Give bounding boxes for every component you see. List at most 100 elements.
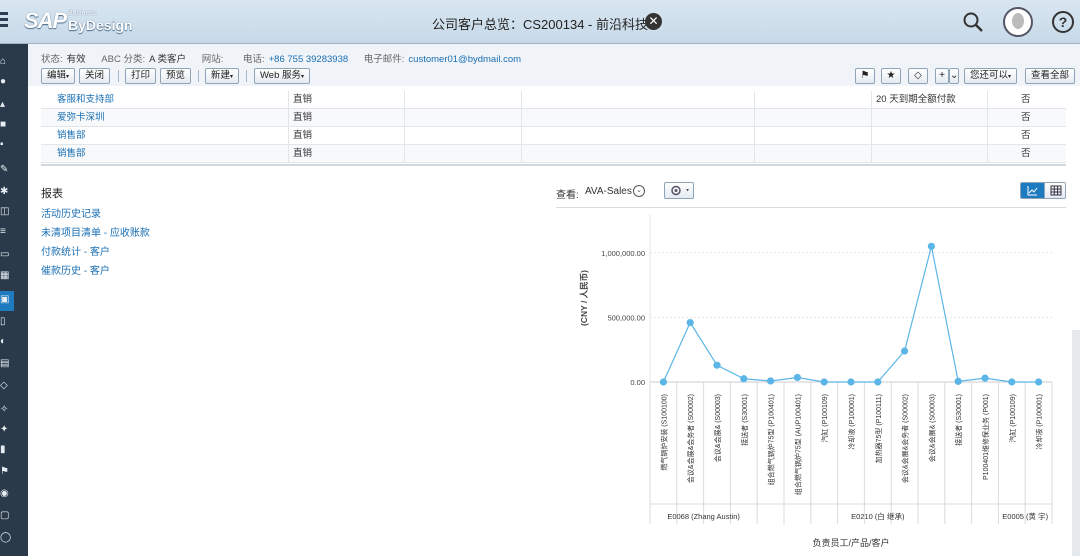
down-icon[interactable]: ⌄ xyxy=(949,68,959,84)
data-point xyxy=(1008,378,1016,386)
y-tick-label: 500,000.00 xyxy=(607,313,645,322)
sidebar-table-icon[interactable]: ▭ xyxy=(0,249,10,261)
data-point xyxy=(713,361,721,369)
sidebar-person-icon[interactable]: ▴ xyxy=(0,99,10,111)
report-link-dunning-history[interactable]: 催款历史 - 客户 xyxy=(41,262,110,277)
avatar[interactable] xyxy=(1003,7,1033,37)
sales-line-chart: 0.00 500,000.00 1,000,000.00 (CNY / 人民币) 燃气锅… xyxy=(579,214,1053,548)
row-empty xyxy=(521,145,754,163)
data-point xyxy=(981,374,989,382)
row-empty xyxy=(754,145,871,163)
chart-settings-button[interactable] xyxy=(664,182,694,199)
sidebar-list-icon[interactable]: ≡ xyxy=(0,226,10,238)
sidebar-work-icon[interactable]: ● xyxy=(0,76,10,88)
table-row[interactable]: 销售部 直销 否 xyxy=(41,145,1066,163)
you-can-label: 您还可以 xyxy=(970,70,1009,81)
reports-title: 报表 xyxy=(41,188,63,200)
row-flag: 否 xyxy=(987,91,1066,109)
sidebar-doc-icon[interactable]: ■ xyxy=(0,119,10,131)
gear-icon xyxy=(671,185,689,196)
line-chart-toggle[interactable] xyxy=(1021,183,1044,198)
view-all-button[interactable]: 查看全部 xyxy=(1025,68,1076,84)
x-tick-label: 会议&会展& (S00003) xyxy=(927,394,936,462)
web-services-button[interactable]: Web 服务▾ xyxy=(254,68,311,84)
new-dropdown-icon: ▾ xyxy=(230,74,234,80)
sidebar-analytics-icon[interactable]: ◇ xyxy=(0,380,10,392)
sidebar-box-icon[interactable]: ▪ xyxy=(0,139,10,151)
x-tick-label: 组合燃气锅炉75型 (AUP100401) xyxy=(793,394,802,495)
y-tick-label: 1,000,000.00 xyxy=(601,249,645,258)
email-link[interactable]: customer01@bydmail.com xyxy=(408,54,521,65)
row-payment xyxy=(871,127,988,145)
group-label: E0068 (Zhang Austin) xyxy=(667,512,740,521)
sidebar-edit-icon[interactable]: ✎ xyxy=(0,164,10,176)
tag-icon[interactable]: ◇ xyxy=(908,68,928,84)
sidebar-tools-icon[interactable]: ✧ xyxy=(0,404,10,416)
table-view-toggle[interactable] xyxy=(1044,183,1065,198)
table-row[interactable]: 爱弥卡深圳 直销 否 xyxy=(41,109,1066,127)
help-icon[interactable]: ? xyxy=(1052,11,1074,33)
sidebar-gear-icon[interactable]: ✱ xyxy=(0,186,10,198)
sidebar-calendar-icon[interactable]: ▤ xyxy=(0,358,10,370)
x-tick-label: P100401维修保业务 (P001) xyxy=(981,394,990,480)
row-empty xyxy=(754,127,871,145)
status-value: 有效 xyxy=(66,54,86,65)
shell-bar: SAP Business ByDesign 公司客户总览：CS200134 - … xyxy=(0,0,1080,44)
row-name-link[interactable]: 爱弥卡深圳 xyxy=(41,109,289,127)
sidebar-customers-icon[interactable]: ▣ xyxy=(0,294,10,306)
close-icon[interactable]: ✕ xyxy=(645,13,662,30)
line-chart-icon xyxy=(1027,186,1038,196)
row-channel: 直销 xyxy=(288,109,405,127)
data-point xyxy=(659,378,667,386)
new-button[interactable]: 新建▾ xyxy=(205,68,240,84)
report-link-open-items[interactable]: 未清项目清单 - 应收账款 xyxy=(41,224,150,239)
row-empty xyxy=(521,91,754,109)
data-point xyxy=(1035,378,1043,386)
abc-value: A 类客户 xyxy=(149,54,187,65)
you-can-button[interactable]: 您还可以▾ xyxy=(964,68,1018,84)
menu-icon[interactable] xyxy=(0,12,10,30)
row-empty xyxy=(404,91,521,109)
data-point xyxy=(820,378,828,386)
phone-link[interactable]: +86 755 39283938 xyxy=(269,54,349,65)
add-icon[interactable]: + xyxy=(935,68,949,84)
data-point xyxy=(767,377,775,385)
row-payment xyxy=(871,145,988,163)
sidebar-home-icon[interactable]: ⌂ xyxy=(0,56,10,68)
customer-info-row: 状态: 有效 ABC 分类: A 类客户 网站: 电话: +86 755 392839… xyxy=(41,51,534,65)
chevron-down-icon[interactable]: ⌄ xyxy=(633,185,645,197)
sidebar-report-icon[interactable]: ◐ xyxy=(0,336,10,348)
table-row[interactable]: 销售部 直销 否 xyxy=(41,127,1066,145)
view-select[interactable]: AVA-Sales xyxy=(585,186,632,197)
sidebar-folder-icon[interactable]: ◫ xyxy=(0,206,10,218)
flag-icon[interactable]: ⚑ xyxy=(855,68,875,84)
report-link-payment-stats[interactable]: 付款统计 - 客户 xyxy=(41,243,110,258)
x-tick-label: 冷却液 (P100001) xyxy=(1035,394,1044,450)
table-row[interactable]: 客服和支持部 直销 20 天到期全额付款 否 xyxy=(41,91,1066,109)
x-axis-label: 负责员工/产品/客户 xyxy=(812,537,889,548)
logo-bydesign-text: ByDesign xyxy=(68,17,133,33)
vertical-scrollbar[interactable] xyxy=(1072,330,1080,556)
data-point xyxy=(901,347,909,355)
sidebar-page-icon[interactable]: ▯ xyxy=(0,316,10,328)
row-channel: 直销 xyxy=(288,127,405,145)
edit-button[interactable]: 编辑▾ xyxy=(41,68,76,84)
preview-button[interactable]: 预览 xyxy=(160,68,192,84)
print-button[interactable]: 打印 xyxy=(125,68,157,84)
sidebar-clip-icon[interactable]: ▢ xyxy=(0,510,10,522)
row-name-link[interactable]: 销售部 xyxy=(41,127,289,145)
edit-dropdown-icon: ▾ xyxy=(66,74,70,80)
row-name-link[interactable]: 销售部 xyxy=(41,145,289,163)
star-icon[interactable]: ★ xyxy=(881,68,901,84)
sidebar-grid-icon[interactable]: ▦ xyxy=(0,270,10,282)
sidebar-flag-icon[interactable]: ⚑ xyxy=(0,466,10,478)
report-link-activity-history[interactable]: 活动历史记录 xyxy=(41,205,101,220)
sidebar-info-icon[interactable]: ◯ xyxy=(0,532,11,544)
close-button[interactable]: 关闭 xyxy=(79,68,111,84)
row-name-link[interactable]: 客服和支持部 xyxy=(41,91,289,109)
sidebar-user-icon[interactable]: ◉ xyxy=(0,488,10,500)
sidebar-card-icon[interactable]: ▮ xyxy=(0,444,10,456)
sidebar-settings-icon[interactable]: ✦ xyxy=(0,424,10,436)
chart-view-toggle[interactable] xyxy=(1020,182,1066,199)
search-icon[interactable] xyxy=(962,11,984,33)
